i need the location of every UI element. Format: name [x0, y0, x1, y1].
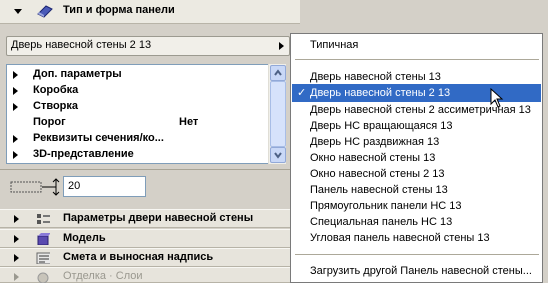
- parameters-tree[interactable]: Доп. параметры Коробка Створка Порог Нет…: [6, 64, 286, 164]
- panel-type-combo-value: Дверь навесной стены 2 13: [11, 39, 152, 51]
- menu-item[interactable]: Угловая панель навесной стены 13: [292, 229, 541, 247]
- tree-scrollbar[interactable]: [268, 64, 286, 164]
- wall-width-icon: [10, 178, 60, 196]
- tree-row-extra-params[interactable]: Доп. параметры: [7, 67, 269, 83]
- menu-item-label: Окно навесной стены 2 13: [310, 168, 445, 180]
- eraser-panel-icon: [37, 5, 53, 18]
- listing-label-icon: [36, 252, 50, 264]
- section-label: Отделка · Слои: [63, 270, 143, 282]
- panel-type-title: Тип и форма панели: [63, 4, 175, 16]
- menu-item-label: Дверь навесной стены 2 13: [310, 87, 451, 99]
- header-gap: [0, 24, 300, 32]
- section-listing[interactable]: Смета и выносная надпись: [0, 248, 300, 267]
- section-label: Смета и выносная надпись: [63, 251, 214, 263]
- mouse-pointer-icon: [490, 88, 504, 108]
- checkmark-icon: ✓: [297, 87, 307, 99]
- expand-arrow-icon[interactable]: [14, 254, 19, 262]
- expand-arrow-icon[interactable]: [14, 215, 19, 223]
- expand-arrow-icon[interactable]: [13, 151, 18, 159]
- tree-row-value: Нет: [179, 116, 199, 128]
- finish-layers-icon: [37, 272, 49, 283]
- tree-row-section-attrs[interactable]: Реквизиты сечения/ко...: [7, 131, 269, 147]
- chevron-right-icon: [279, 42, 284, 50]
- menu-item-label: Дверь НС вращающаяся 13: [310, 120, 453, 132]
- model-cube-icon: [37, 233, 50, 245]
- menu-item-label: Прямоугольник панели НС 13: [310, 200, 462, 212]
- expand-arrow-icon[interactable]: [13, 71, 18, 79]
- tree-row-label: Коробка: [33, 84, 79, 96]
- section-door-params[interactable]: Параметры двери навесной стены: [0, 209, 300, 228]
- expand-arrow-icon[interactable]: [13, 87, 18, 95]
- menu-separator: [295, 59, 539, 60]
- scroll-thumb[interactable]: [270, 81, 286, 147]
- tree-row-leaf[interactable]: Створка: [7, 99, 269, 115]
- window-edge: [543, 0, 548, 283]
- expand-arrow-icon[interactable]: [14, 235, 19, 243]
- menu-item-label: Специальная панель НС 13: [310, 216, 453, 228]
- width-input[interactable]: 20: [63, 176, 146, 197]
- menu-item-typical[interactable]: Типичная: [292, 36, 541, 54]
- tree-row-label: Створка: [33, 100, 79, 112]
- section-label: Модель: [63, 232, 106, 244]
- panel-type-dropdown-menu[interactable]: Типичная Дверь навесной стены 13 ✓ Дверь …: [290, 33, 543, 283]
- tree-row-frame[interactable]: Коробка: [7, 83, 269, 99]
- tree-row-label: Порог: [33, 116, 66, 128]
- menu-item-load-other[interactable]: Загрузить другой Панель навесной стены..…: [292, 262, 541, 280]
- scroll-up-icon: [274, 69, 282, 76]
- scroll-down-icon: [274, 152, 282, 159]
- expand-arrow-icon[interactable]: [14, 273, 19, 281]
- collapse-arrow-icon[interactable]: [14, 9, 22, 14]
- tree-row-label: Доп. параметры: [33, 68, 122, 80]
- menu-item-label: Дверь НС раздвижная 13: [310, 136, 440, 148]
- scroll-up-button[interactable]: [270, 65, 286, 81]
- panel-type-combo[interactable]: Дверь навесной стены 2 13: [6, 36, 290, 56]
- menu-item-label: Дверь навесной стены 13: [310, 71, 441, 83]
- door-params-icon: [37, 214, 50, 224]
- menu-item-label: Панель навесной стены 13: [310, 184, 448, 196]
- tree-row-3d-view[interactable]: 3D-представление: [7, 147, 269, 163]
- tree-row-threshold[interactable]: Порог Нет: [7, 115, 269, 131]
- section-model[interactable]: Модель: [0, 229, 300, 248]
- section-finish[interactable]: Отделка · Слои: [0, 267, 300, 283]
- tree-row-label: 3D-представление: [33, 148, 134, 160]
- divider: [0, 169, 300, 170]
- menu-item-label: Окно навесной стены 13: [310, 152, 436, 164]
- scroll-down-button[interactable]: [270, 147, 286, 163]
- tree-row-label: Реквизиты сечения/ко...: [33, 132, 164, 144]
- menu-item-label: Угловая панель навесной стены 13: [310, 232, 490, 244]
- menu-separator: [295, 254, 539, 255]
- panel-type-header[interactable]: Тип и форма панели: [0, 0, 300, 24]
- section-label: Параметры двери навесной стены: [63, 212, 254, 224]
- expand-arrow-icon[interactable]: [13, 103, 18, 111]
- expand-arrow-icon[interactable]: [13, 135, 18, 143]
